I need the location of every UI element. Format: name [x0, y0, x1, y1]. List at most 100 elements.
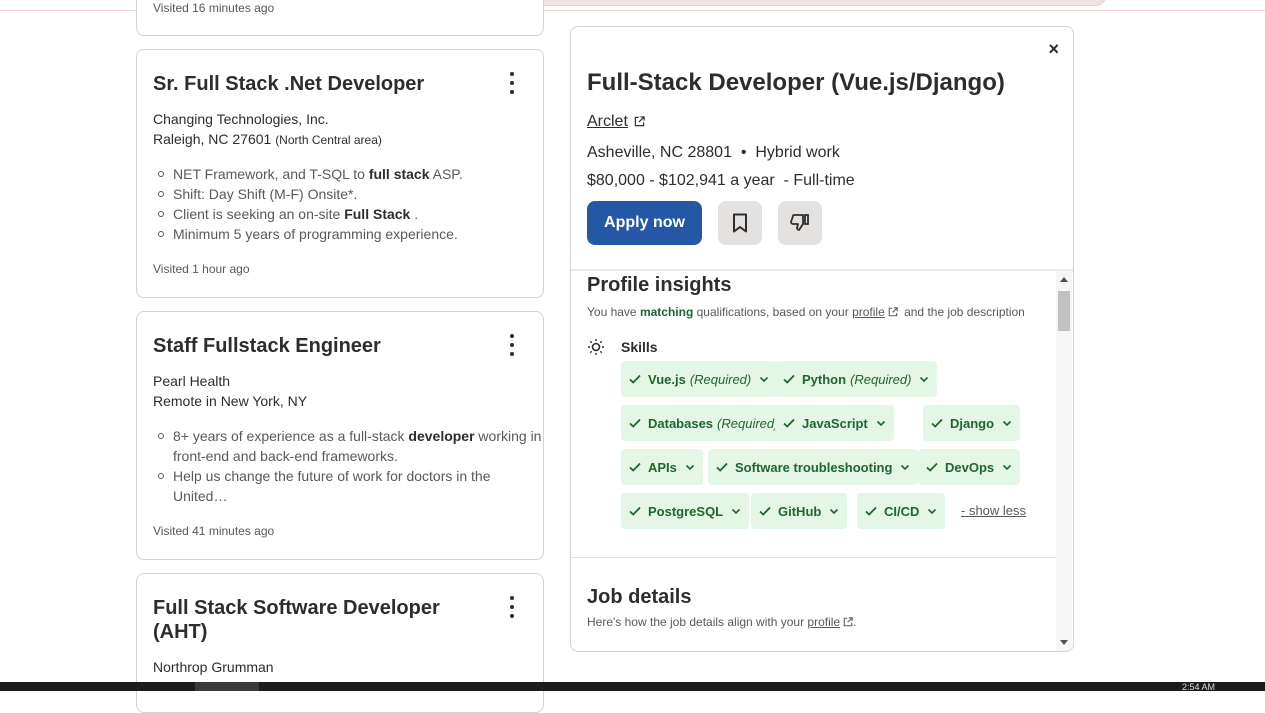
job-title[interactable]: Full Stack Software Developer (AHT) [153, 596, 473, 644]
checkmark-icon [931, 418, 943, 428]
close-icon[interactable]: × [1048, 39, 1059, 60]
skill-chip[interactable]: Python (Required) [775, 361, 938, 397]
lightbulb-icon [588, 339, 604, 355]
visited-label: Visited 1 hour ago [153, 262, 250, 276]
skill-name: DevOps [945, 459, 995, 475]
skill-chip[interactable]: Software troubleshooting [708, 449, 919, 485]
bookmark-icon [733, 213, 747, 233]
taskbar-app[interactable] [195, 682, 259, 691]
snippet-item: Minimum 5 years of programming experienc… [158, 224, 463, 244]
checkmark-icon [783, 374, 795, 384]
profile-insights-title: Profile insights [587, 274, 732, 296]
external-link-icon [634, 116, 645, 127]
more-options-icon[interactable] [507, 596, 517, 618]
job-card[interactable]: Full Stack Software Developer (AHT) Nort… [136, 573, 544, 713]
job-card-partial[interactable]: Visited 16 minutes ago [136, 0, 544, 36]
skill-name: Databases [648, 415, 714, 431]
snippet-item: Shift: Day Shift (M-F) Onsite*. [158, 184, 463, 204]
job-details-subtitle: Here's how the job details align with yo… [587, 615, 857, 629]
snippet-item: NET Framework, and T-SQL to full stack A… [158, 166, 463, 182]
scroll-up-arrow-icon[interactable] [1060, 277, 1068, 282]
skill-name: JavaScript [802, 415, 868, 431]
job-detail-title: Full-Stack Developer (Vue.js/Django) [587, 69, 1005, 96]
job-card[interactable]: Sr. Full Stack .Net Developer Changing T… [136, 49, 544, 298]
checkmark-icon [629, 506, 641, 516]
skill-name: PostgreSQL [648, 503, 724, 519]
checkmark-icon [629, 374, 641, 384]
more-options-icon[interactable] [507, 72, 517, 94]
company-link-text[interactable]: Arclet [587, 113, 628, 130]
job-detail-panel: × Full-Stack Developer (Vue.js/Django) A… [570, 26, 1074, 652]
company-name: Pearl Health [153, 373, 231, 389]
chevron-down-icon [920, 376, 929, 383]
job-location: Remote in New York, NY [153, 393, 308, 409]
location-note: (North Central area) [275, 133, 382, 147]
skill-chip[interactable]: CI/CD [857, 493, 946, 529]
chevron-down-icon [928, 508, 937, 515]
skill-name: Software troubleshooting [735, 459, 893, 475]
scroll-thumb[interactable] [1058, 291, 1070, 331]
profile-link[interactable]: profile [807, 615, 840, 629]
skill-chip[interactable]: APIs [621, 449, 703, 485]
company-name: Changing Technologies, Inc. [153, 111, 329, 127]
chevron-down-icon [1003, 464, 1012, 471]
skill-required-label: (Required) [717, 415, 779, 431]
skill-name: Django [950, 415, 995, 431]
profile-insights-subtitle: You have matching qualifications, based … [587, 305, 1025, 319]
job-title[interactable]: Staff Fullstack Engineer [153, 334, 493, 358]
skill-chip[interactable]: DevOps [918, 449, 1021, 485]
skill-name: Vue.js [648, 371, 686, 387]
visited-label: Visited 41 minutes ago [153, 524, 275, 538]
chevron-down-icon [685, 464, 694, 471]
checkmark-icon [629, 462, 641, 472]
skill-name: CI/CD [884, 503, 920, 519]
not-interested-button[interactable] [778, 201, 822, 245]
snippet-list: 8+ years of experience as a full-stack d… [153, 426, 545, 506]
job-card[interactable]: Staff Fullstack Engineer Pearl Health Re… [136, 311, 544, 560]
checkmark-icon [716, 462, 728, 472]
chevron-down-icon [876, 420, 885, 427]
chevron-down-icon [1002, 420, 1012, 427]
show-less-link[interactable]: - show less [961, 503, 1026, 518]
profile-link[interactable]: profile [852, 305, 885, 319]
location-text: Raleigh, NC 27601 [153, 131, 272, 147]
checkmark-icon [865, 506, 877, 516]
company-link[interactable]: Arclet [587, 113, 645, 131]
skill-required-label: (Required) [689, 371, 752, 387]
job-details-title: Job details [587, 586, 692, 608]
scroll-down-arrow-icon[interactable] [1060, 640, 1068, 645]
more-options-icon[interactable] [507, 334, 517, 356]
detail-scroll-area[interactable]: Profile insights You have matching quali… [571, 271, 1057, 651]
snippet-list: NET Framework, and T-SQL to full stack A… [153, 164, 463, 244]
job-detail-salary: $80,000 - $102,941 a year - Full-time [587, 172, 855, 189]
skill-name: Python [802, 371, 847, 387]
external-link-icon [843, 617, 853, 627]
chevron-down-icon [732, 508, 741, 515]
skill-name: APIs [648, 459, 677, 475]
apply-now-button[interactable]: Apply now [587, 201, 702, 245]
job-title[interactable]: Sr. Full Stack .Net Developer [153, 72, 493, 96]
skill-chip[interactable]: Vue.js (Required) [621, 361, 778, 397]
checkmark-icon [783, 418, 795, 428]
skill-name: GitHub [778, 503, 822, 519]
external-link-icon [888, 307, 898, 317]
taskbar: 2:54 AM [0, 682, 1265, 692]
skill-required-label: (Required) [850, 371, 912, 387]
snippet-item: Help us change the future of work for do… [158, 466, 545, 506]
chevron-down-icon [901, 464, 910, 471]
checkmark-icon [926, 462, 938, 472]
visited-label: Visited 16 minutes ago [153, 1, 275, 15]
company-name: Northrop Grumman [153, 659, 274, 675]
chevron-down-icon [760, 376, 769, 383]
checkmark-icon [759, 506, 771, 516]
skill-chip[interactable]: Django [923, 405, 1021, 441]
skill-chip[interactable]: GitHub [751, 493, 848, 529]
save-job-button[interactable] [718, 201, 762, 245]
snippet-item: Client is seeking an on-site Full Stack … [158, 204, 463, 224]
section-divider [571, 557, 1057, 558]
snippet-item: 8+ years of experience as a full-stack d… [158, 426, 545, 466]
skill-chip[interactable]: JavaScript [775, 405, 894, 441]
job-detail-location: Asheville, NC 28801 • Hybrid work [587, 144, 840, 161]
skill-chip[interactable]: PostgreSQL [621, 493, 750, 529]
detail-scrollbar[interactable] [1056, 271, 1072, 651]
